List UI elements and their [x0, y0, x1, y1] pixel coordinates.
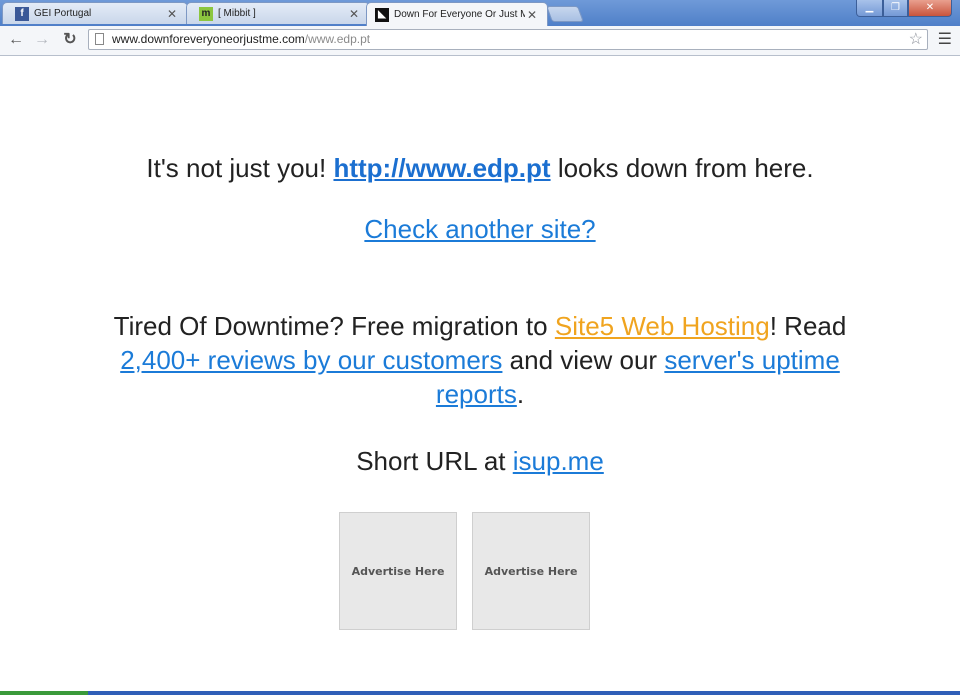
check-another-site-link[interactable]: Check another site?: [364, 214, 595, 244]
close-icon[interactable]: ✕: [525, 8, 539, 22]
status-message: It's not just you! http://www.edp.pt loo…: [0, 152, 960, 184]
dfeojm-icon: ◣: [375, 7, 389, 22]
reload-icon[interactable]: ↻: [60, 30, 80, 50]
promo-text: .: [516, 379, 525, 409]
promo-text: Tired Of Downtime? Free migration to: [113, 311, 548, 341]
check-another-container: Check another site?: [0, 213, 960, 245]
reviews-link[interactable]: 2,400+ reviews by our customers: [120, 345, 502, 375]
status-suffix: looks down from here.: [557, 153, 814, 183]
minimize-icon[interactable]: ▁: [856, 0, 883, 17]
advertise-box[interactable]: Advertise Here: [339, 512, 457, 630]
promo-text: ! Read: [769, 311, 847, 341]
window-close-icon[interactable]: ✕: [908, 0, 952, 17]
short-url-prefix: Short URL at: [356, 446, 506, 476]
close-icon[interactable]: ✕: [165, 7, 179, 21]
window-controls: ▁ ❐ ✕: [856, 0, 952, 17]
tab-title: Down For Everyone Or Just Me: [394, 9, 525, 20]
back-arrow-icon[interactable]: ←: [6, 30, 26, 50]
bookmark-star-icon[interactable]: ☆: [909, 30, 923, 49]
hosting-promo: Tired Of Downtime? Free migration to Sit…: [80, 309, 880, 411]
close-icon[interactable]: ✕: [347, 7, 361, 21]
checked-site-link[interactable]: http://www.edp.pt: [333, 153, 550, 183]
address-bar[interactable]: www.downforeveryoneorjustme.com/www.edp.…: [88, 29, 928, 50]
browser-toolbar: ← → ↻ www.downforeveryoneorjustme.com/ww…: [0, 26, 960, 56]
advertise-box[interactable]: Advertise Here: [472, 512, 590, 630]
facebook-icon: f: [15, 6, 29, 21]
promo-text: and view our: [509, 345, 658, 375]
tab-strip: f GEI Portugal ✕ m [ Mibbit ] ✕ ◣ Down F…: [0, 0, 960, 26]
tab-title: GEI Portugal: [34, 8, 92, 19]
short-url-link[interactable]: isup.me: [513, 446, 604, 476]
url-path: /www.edp.pt: [304, 32, 371, 46]
url-text: www.downforeveryoneorjustme.com/www.edp.…: [112, 30, 370, 49]
restore-icon[interactable]: ❐: [883, 0, 908, 17]
forward-arrow-icon[interactable]: →: [32, 30, 52, 50]
tab-gei-portugal[interactable]: f GEI Portugal ✕: [2, 2, 188, 24]
tab-title: [ Mibbit ]: [218, 8, 256, 19]
page-content: It's not just you! http://www.edp.pt loo…: [0, 56, 960, 695]
url-host: www.downforeveryoneorjustme.com: [112, 32, 305, 46]
menu-icon[interactable]: ☰: [938, 30, 952, 50]
mibbit-icon: m: [199, 6, 213, 21]
new-tab-button[interactable]: [546, 6, 584, 22]
short-url-line: Short URL at isup.me: [0, 444, 960, 478]
tab-down-for-everyone[interactable]: ◣ Down For Everyone Or Just Me ✕: [366, 2, 548, 26]
site5-hosting-link[interactable]: Site5 Web Hosting: [555, 311, 770, 341]
status-prefix: It's not just you!: [146, 153, 327, 183]
tab-mibbit[interactable]: m [ Mibbit ] ✕: [186, 2, 370, 24]
taskbar-edge: [0, 691, 960, 695]
page-icon: [95, 33, 104, 45]
